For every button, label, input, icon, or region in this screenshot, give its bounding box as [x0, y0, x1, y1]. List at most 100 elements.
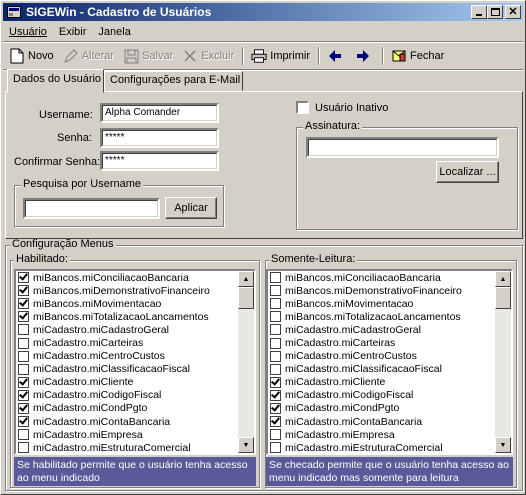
delete-icon — [182, 48, 198, 64]
item-checkbox[interactable] — [270, 376, 281, 388]
list-item[interactable]: miCadastro.miCadastroGeral — [16, 323, 238, 336]
list-item[interactable]: miCadastro.miCliente — [268, 376, 495, 389]
salvar-button[interactable]: Salvar — [119, 45, 178, 67]
item-checkbox[interactable] — [18, 402, 29, 414]
list-item[interactable]: miCadastro.miContaBancaria — [16, 415, 238, 428]
alterar-button[interactable]: Alterar — [59, 45, 119, 67]
assinatura-field[interactable] — [306, 137, 499, 158]
list-item[interactable]: miBancos.miTotalizacaoLancamentos — [268, 310, 495, 323]
item-checkbox[interactable] — [18, 285, 29, 297]
list-item[interactable]: miBancos.miConciliacaoBancaria — [16, 271, 238, 284]
somente-leitura-title: Somente-Leitura: — [269, 253, 358, 265]
list-item[interactable]: miCadastro.miContaBancaria — [268, 415, 495, 428]
maximize-button[interactable] — [487, 5, 503, 19]
localizar-button[interactable]: Localizar ... — [436, 161, 499, 183]
list-item[interactable]: miBancos.miDemonstrativoFinanceiro — [16, 284, 238, 297]
item-checkbox[interactable] — [18, 429, 29, 441]
aplicar-button[interactable]: Aplicar — [165, 197, 217, 219]
item-checkbox[interactable] — [18, 376, 29, 388]
senha-field[interactable]: ***** — [100, 128, 219, 148]
list-item[interactable]: miCadastro.miClassificacaoFiscal — [268, 363, 495, 376]
next-button[interactable] — [351, 45, 379, 67]
item-checkbox[interactable] — [270, 272, 281, 284]
item-checkbox[interactable] — [18, 298, 29, 310]
inativo-label: Usuário Inativo — [315, 101, 389, 114]
item-checkbox[interactable] — [270, 429, 281, 441]
item-checkbox[interactable] — [270, 402, 281, 414]
scroll-down-button[interactable]: ▼ — [495, 437, 511, 453]
list-item[interactable]: miCadastro.miCarteiras — [16, 336, 238, 349]
scroll-thumb[interactable] — [495, 287, 511, 309]
list-item[interactable]: miBancos.miConciliacaoBancaria — [268, 271, 495, 284]
list-item[interactable]: miCadastro.miCliente — [16, 376, 238, 389]
list-item[interactable]: miCadastro.miCentroCustos — [268, 350, 495, 363]
somente-scrollbar[interactable]: ▲ ▼ — [495, 271, 511, 453]
scroll-up-button[interactable]: ▲ — [238, 271, 254, 287]
item-checkbox[interactable] — [18, 324, 29, 336]
item-checkbox[interactable] — [18, 272, 29, 284]
somente-leitura-list[interactable]: miBancos.miConciliacaoBancaria miBancos.m… — [266, 269, 513, 455]
item-checkbox[interactable] — [18, 350, 29, 362]
list-item[interactable]: miCadastro.miCondPgto — [268, 402, 495, 415]
list-item[interactable]: miCadastro.miClassificacaoFiscal — [16, 363, 238, 376]
list-item[interactable]: miCadastro.miCarteiras — [268, 336, 495, 349]
item-checkbox[interactable] — [18, 442, 29, 453]
menu-exibir[interactable]: Exibir — [53, 26, 93, 38]
item-checkbox[interactable] — [270, 350, 281, 362]
pesquisa-field[interactable] — [23, 198, 160, 219]
list-item[interactable]: miCadastro.miEmpresa — [268, 428, 495, 441]
list-item[interactable]: miCadastro.miCadastroGeral — [268, 323, 495, 336]
list-item[interactable]: miBancos.miTotalizacaoLancamentos — [16, 310, 238, 323]
title-bar[interactable]: SIGEWin - Cadastro de Usuários ✕ — [3, 3, 523, 21]
item-checkbox[interactable] — [18, 363, 29, 375]
excluir-button[interactable]: Excluir — [178, 45, 239, 67]
item-checkbox[interactable] — [270, 285, 281, 297]
list-item[interactable]: miCadastro.miCentroCustos — [16, 350, 238, 363]
inativo-check-box[interactable] — [296, 101, 309, 114]
item-checkbox[interactable] — [270, 363, 281, 375]
item-checkbox[interactable] — [18, 337, 29, 349]
username-label: Username: — [39, 109, 93, 121]
item-checkbox[interactable] — [270, 324, 281, 336]
item-label: miCadastro.miCondPgto — [285, 402, 400, 415]
item-checkbox[interactable] — [18, 416, 29, 428]
list-item[interactable]: miBancos.miMovimentacao — [268, 297, 495, 310]
imprimir-button[interactable]: Imprimir — [247, 45, 315, 67]
fechar-button[interactable]: Fechar — [387, 45, 449, 67]
item-checkbox[interactable] — [270, 442, 281, 453]
list-item[interactable]: miCadastro.miCodigoFiscal — [268, 389, 495, 402]
username-field[interactable]: Alpha Comander — [100, 103, 219, 123]
list-item[interactable]: miCadastro.miEmpresa — [16, 428, 238, 441]
list-item[interactable]: miCadastro.miCondPgto — [16, 402, 238, 415]
item-label: miCadastro.miCarteiras — [285, 337, 396, 350]
list-item[interactable]: miBancos.miMovimentacao — [16, 297, 238, 310]
novo-button[interactable]: Novo — [5, 45, 59, 67]
item-checkbox[interactable] — [18, 389, 29, 401]
scroll-down-button[interactable]: ▼ — [238, 437, 254, 453]
list-item[interactable]: miBancos.miDemonstrativoFinanceiro — [268, 284, 495, 297]
item-checkbox[interactable] — [270, 389, 281, 401]
tab-dados-usuario[interactable]: Dados do Usuário — [7, 69, 104, 93]
menu-janela[interactable]: Janela — [92, 26, 136, 38]
scroll-thumb[interactable] — [238, 287, 254, 309]
item-label: miCadastro.miClassificacaoFiscal — [285, 363, 442, 376]
habilitado-list[interactable]: miBancos.miConciliacaoBancaria miBancos.m… — [14, 269, 256, 455]
item-label: miCadastro.miContaBancaria — [33, 415, 171, 428]
habilitado-scrollbar[interactable]: ▲ ▼ — [238, 271, 254, 453]
previous-button[interactable] — [323, 45, 351, 67]
list-item[interactable]: miCadastro.miCodigoFiscal — [16, 389, 238, 402]
minimize-button[interactable] — [471, 5, 487, 19]
usuario-inativo-checkbox[interactable]: Usuário Inativo — [296, 101, 388, 114]
item-checkbox[interactable] — [270, 337, 281, 349]
confirmar-senha-field[interactable]: ***** — [100, 151, 219, 171]
item-checkbox[interactable] — [18, 311, 29, 323]
tab-config-email[interactable]: Configurações para E-Mail — [104, 71, 243, 91]
list-item[interactable]: miCadastro.miEstruturaComercial — [268, 441, 495, 453]
item-checkbox[interactable] — [270, 416, 281, 428]
item-checkbox[interactable] — [270, 311, 281, 323]
menu-usuario[interactable]: Usuário — [3, 26, 53, 38]
item-checkbox[interactable] — [270, 298, 281, 310]
list-item[interactable]: miCadastro.miEstruturaComercial — [16, 441, 238, 453]
scroll-up-button[interactable]: ▲ — [495, 271, 511, 287]
close-button[interactable]: ✕ — [505, 5, 521, 19]
